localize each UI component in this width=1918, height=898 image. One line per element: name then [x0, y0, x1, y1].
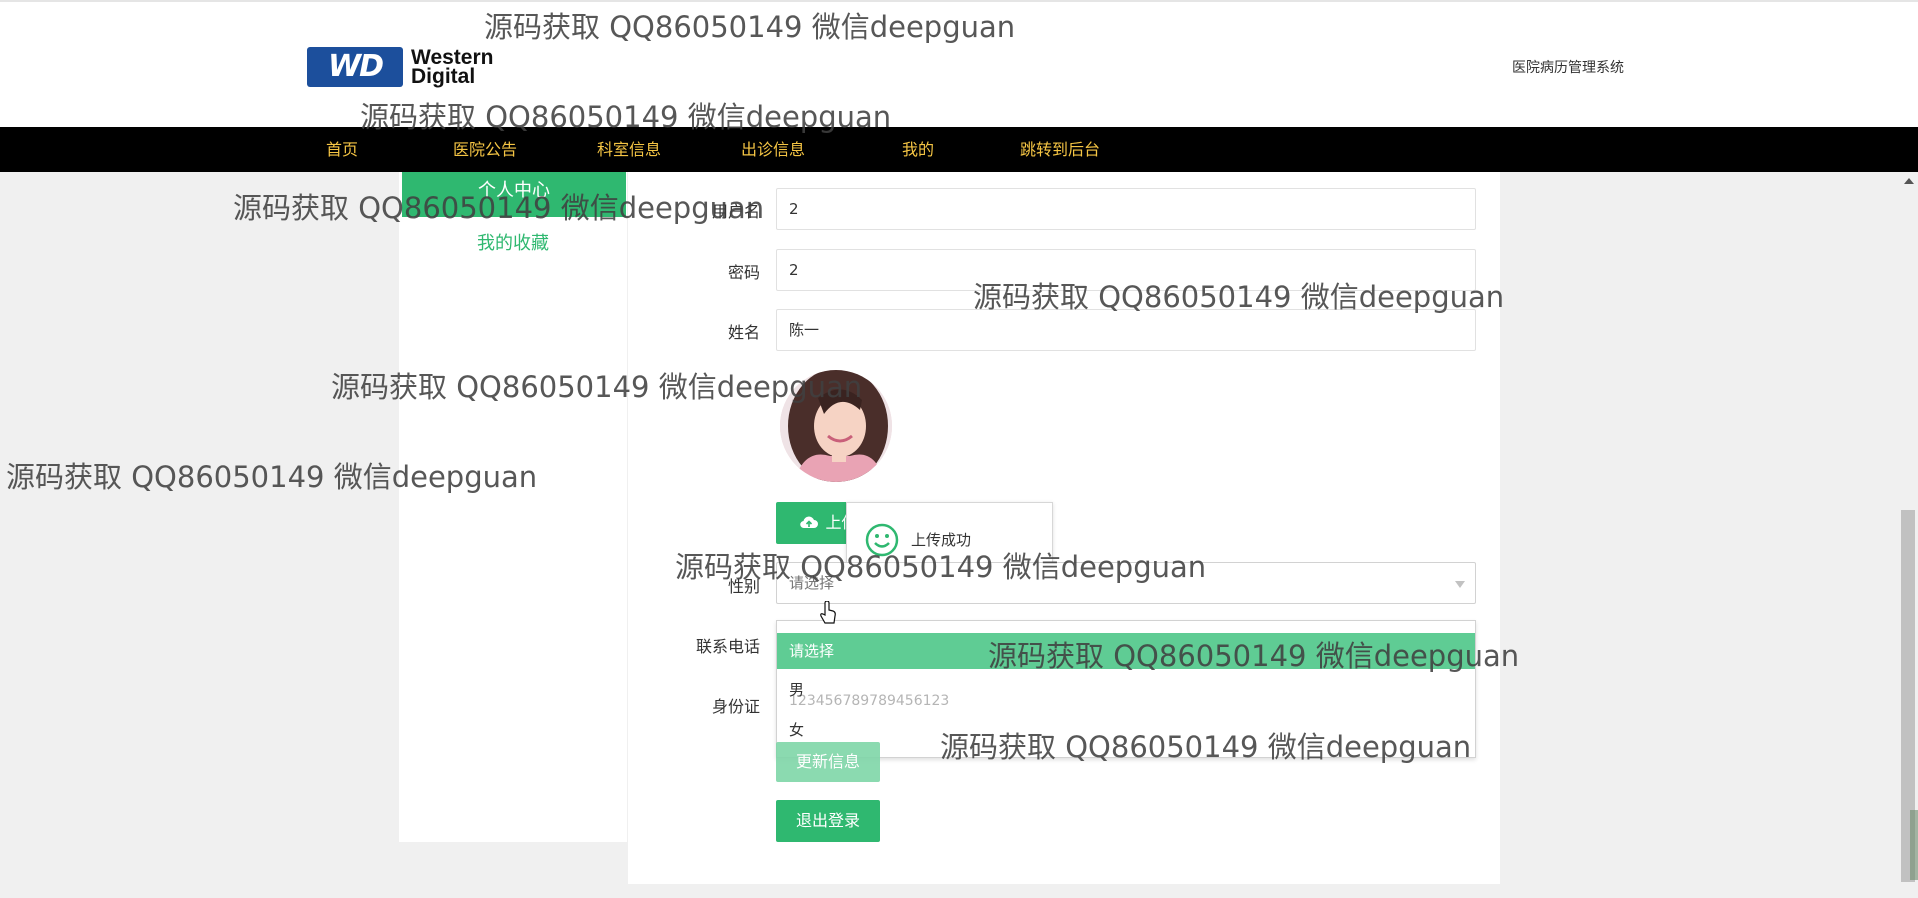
username-field[interactable]: 2	[776, 188, 1476, 230]
watermark-text: 源码获取 QQ86050149 微信deepguan	[988, 639, 1520, 673]
nav-home[interactable]: 首页	[326, 127, 358, 172]
name-label: 姓名	[727, 323, 760, 342]
watermark-text: 源码获取 QQ86050149 微信deepguan	[6, 460, 538, 494]
id-card-label: 身份证	[711, 697, 760, 716]
update-info-button[interactable]: 更新信息	[776, 742, 880, 782]
watermark-text: 源码获取 QQ86050149 微信deepguan	[360, 100, 892, 134]
watermark-text: 源码获取 QQ86050149 微信deepguan	[675, 550, 1207, 584]
system-title: 医院病历管理系统	[1512, 60, 1624, 76]
logo-wordmark: Western Digital	[411, 47, 493, 88]
scroll-up-arrow-icon[interactable]	[1904, 178, 1914, 184]
watermark-text: 源码获取 QQ86050149 微信deepguan	[484, 10, 1016, 44]
main-nav: 首页 医院公告 科室信息 出诊信息 我的 跳转到后台	[0, 127, 1918, 172]
hand-cursor-icon	[820, 601, 836, 624]
watermark-text: 源码获取 QQ86050149 微信deepguan	[940, 730, 1472, 764]
watermark-text: 源码获取 QQ86050149 微信deepguan	[331, 370, 863, 404]
watermark-text: 源码获取 QQ86050149 微信deepguan	[973, 280, 1505, 314]
password-label: 密码	[727, 263, 760, 282]
logout-button[interactable]: 退出登录	[776, 800, 880, 842]
watermark-text: 源码获取 QQ86050149 微信deepguan	[233, 191, 765, 225]
logo-line-2: Digital	[411, 65, 476, 88]
phone-label: 联系电话	[695, 637, 760, 656]
cloud-upload-icon	[800, 516, 819, 529]
gender-option-male[interactable]: 男	[777, 672, 1475, 708]
dropdown-arrow-icon	[1455, 581, 1465, 588]
scrollbar-marker	[1910, 810, 1918, 880]
western-digital-logo[interactable]: WD Western Digital	[307, 47, 519, 89]
nav-go-admin[interactable]: 跳转到后台	[1020, 127, 1100, 172]
sidebar-item-favorites[interactable]: 我的收藏	[399, 229, 627, 255]
sidebar	[399, 172, 627, 842]
wd-logo-mark: WD	[307, 47, 403, 87]
nav-mine[interactable]: 我的	[902, 127, 934, 172]
